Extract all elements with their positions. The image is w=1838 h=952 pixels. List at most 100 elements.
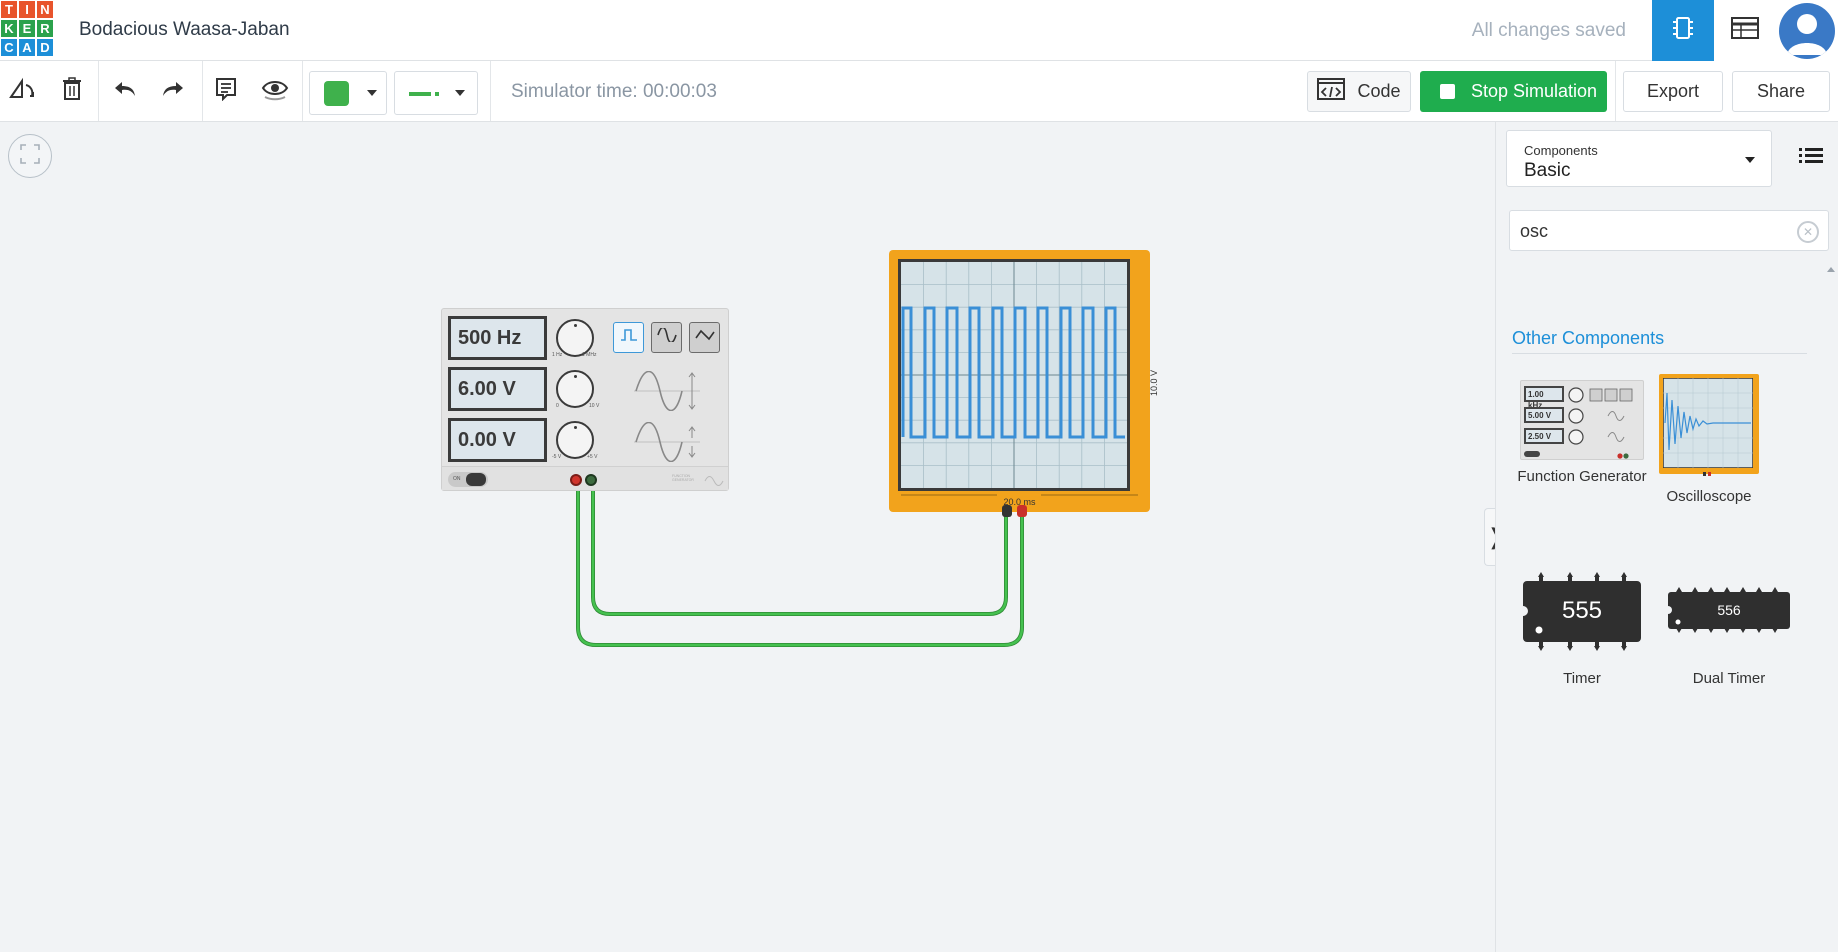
- logo-letter: C: [0, 38, 18, 57]
- code-icon: [1317, 78, 1346, 105]
- circuit-icon: [1670, 15, 1696, 46]
- component-label: Function Generator: [1517, 468, 1647, 485]
- wires: [576, 481, 1024, 647]
- oscilloscope-negative-probe[interactable]: [1002, 505, 1012, 517]
- list-icon: [1798, 146, 1823, 171]
- power-switch[interactable]: ON: [448, 472, 488, 487]
- thumb-frequency: 1.00 kHz: [1524, 386, 1564, 410]
- timer-thumbnail: 555: [1521, 562, 1643, 662]
- trash-icon: [62, 76, 82, 106]
- export-button[interactable]: Export: [1623, 71, 1723, 112]
- thumb-probe: [1708, 472, 1711, 476]
- stop-simulation-button[interactable]: Stop Simulation: [1420, 71, 1607, 112]
- amplitude-diagram: [634, 370, 700, 416]
- square-wave-button[interactable]: [613, 322, 644, 353]
- frequency-display: 500 Hz: [448, 316, 547, 360]
- component-function-generator[interactable]: 1.00 kHz 5.00 V 2.50 V Function Generato…: [1517, 380, 1647, 485]
- clear-search-icon[interactable]: ✕: [1797, 221, 1819, 243]
- logo-letter: K: [0, 19, 18, 38]
- simulator-time: Simulator time: 00:00:03: [511, 81, 717, 102]
- logo-letter: E: [18, 19, 36, 38]
- components-dropdown-label: Components: [1524, 143, 1598, 158]
- code-button[interactable]: Code: [1307, 71, 1411, 112]
- component-label: Timer: [1563, 670, 1601, 687]
- wire-type-dropdown[interactable]: [394, 71, 478, 115]
- brand-wave-icon: [704, 473, 724, 491]
- user-avatar-button[interactable]: [1776, 0, 1838, 61]
- thumb-offset: 2.50 V: [1524, 428, 1564, 444]
- share-button[interactable]: Share: [1732, 71, 1830, 112]
- oscilloscope-thumbnail: [1659, 374, 1759, 476]
- thumb-probe: [1703, 472, 1706, 476]
- sine-wave-button[interactable]: [651, 322, 682, 353]
- redo-icon: [161, 79, 185, 104]
- component-dual-timer[interactable]: 556 Dual Timer: [1664, 562, 1794, 687]
- knob3-min-label: -5 V: [552, 454, 562, 460]
- knob3-max-label: +5 V: [587, 454, 598, 460]
- power-switch-label: ON: [453, 476, 461, 482]
- chevron-down-icon: [367, 90, 377, 96]
- thumb-amplitude: 5.00 V: [1524, 407, 1564, 423]
- search-input[interactable]: [1520, 219, 1780, 243]
- fit-view-button[interactable]: [8, 134, 52, 178]
- amplitude-display: 6.00 V: [448, 367, 547, 411]
- function-generator[interactable]: 500 Hz 6.00 V 0.00 V 1 Hz 1 MHz 0 10 V -…: [441, 308, 729, 491]
- offset-diagram: [634, 421, 700, 467]
- knob2-max-label: 10 V: [589, 403, 600, 409]
- brand-label: FUNCTION GENERATOR: [672, 474, 694, 482]
- chevron-down-icon: [1745, 157, 1755, 163]
- logo-letter: A: [18, 38, 36, 57]
- list-view-button[interactable]: [1782, 130, 1838, 187]
- component-oscilloscope[interactable]: Oscilloscope: [1644, 374, 1774, 505]
- circuit-canvas[interactable]: 500 Hz 6.00 V 0.00 V 1 Hz 1 MHz 0 10 V -…: [0, 122, 1506, 952]
- top-header: TINKERCAD Bodacious Waasa-Jaban All chan…: [0, 0, 1838, 61]
- triangle-wave-button[interactable]: [689, 322, 720, 353]
- logo-letter: R: [36, 19, 54, 38]
- undo-icon: [113, 79, 137, 104]
- offset-display: 0.00 V: [448, 418, 547, 462]
- function-generator-thumbnail: 1.00 kHz 5.00 V 2.50 V: [1520, 380, 1644, 460]
- oscilloscope-positive-probe[interactable]: [1017, 505, 1027, 517]
- color-swatch: [324, 80, 349, 106]
- square-wave-icon: [619, 328, 639, 347]
- component-timer[interactable]: 555 Timer: [1517, 562, 1647, 687]
- stop-simulation-label: Stop Simulation: [1471, 81, 1598, 101]
- knob2-min-label: 0: [556, 403, 559, 409]
- delete-button[interactable]: [50, 69, 94, 113]
- oscilloscope-waveform: [901, 262, 1127, 488]
- wire-color-dropdown[interactable]: [309, 71, 387, 115]
- components-dropdown-value: Basic: [1524, 160, 1571, 181]
- triangle-wave-icon: [694, 328, 715, 347]
- components-dropdown[interactable]: Components Basic: [1506, 130, 1772, 187]
- circuit-view-button[interactable]: [1652, 0, 1714, 61]
- logo-letter: N: [36, 0, 54, 19]
- logo-letter: D: [36, 38, 54, 57]
- components-panel: Components Basic ✕ Other Components 1.00…: [1495, 122, 1838, 952]
- schematic-view-button[interactable]: [1714, 0, 1776, 61]
- component-search[interactable]: ✕: [1509, 210, 1829, 251]
- visibility-button[interactable]: [253, 69, 297, 113]
- tinkercad-logo[interactable]: TINKERCAD: [0, 0, 54, 58]
- scroll-up-icon[interactable]: [1827, 267, 1835, 272]
- table-icon: [1731, 17, 1759, 44]
- time-scale-arrow: [901, 494, 1138, 496]
- notes-button[interactable]: [204, 69, 248, 113]
- dual-timer-thumbnail: 556: [1666, 562, 1792, 662]
- save-status: All changes saved: [1471, 20, 1626, 41]
- fullscreen-icon: [19, 143, 41, 170]
- rotate-button[interactable]: [0, 69, 44, 113]
- thumb-controls: [1568, 387, 1633, 459]
- knob1-min-label: 1 Hz: [552, 352, 563, 358]
- timer-chip-label: 555: [1561, 597, 1603, 624]
- negative-terminal[interactable]: [585, 474, 597, 486]
- component-label: Dual Timer: [1692, 670, 1766, 687]
- undo-button[interactable]: [103, 69, 147, 113]
- redo-button[interactable]: [151, 69, 195, 113]
- logo-letter: T: [0, 0, 18, 19]
- logo-letter: I: [18, 0, 36, 19]
- positive-terminal[interactable]: [570, 474, 582, 486]
- design-title[interactable]: Bodacious Waasa-Jaban: [79, 19, 290, 41]
- avatar: [1779, 2, 1835, 59]
- oscilloscope[interactable]: 20.0 ms 10.0 V: [889, 250, 1159, 517]
- section-title: Other Components: [1512, 328, 1807, 354]
